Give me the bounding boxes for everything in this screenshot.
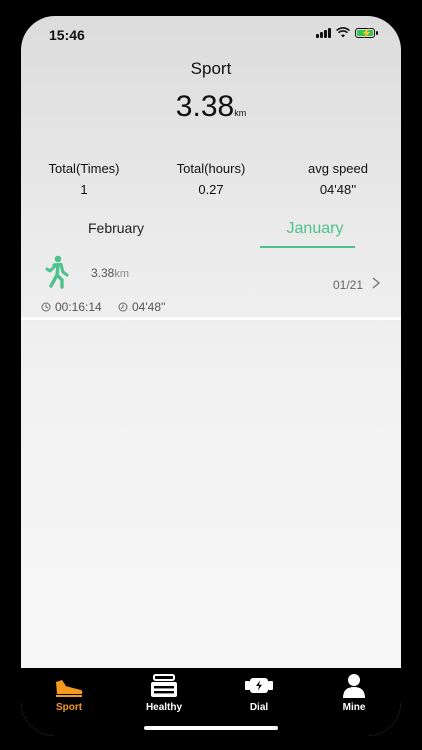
record-distance: 3.38km: [91, 266, 129, 280]
page-title: Sport: [190, 59, 232, 78]
stat-label: Total(hours): [176, 161, 246, 176]
clock-icon: [41, 302, 51, 312]
record-distance-value: 3.38: [91, 266, 115, 280]
phone-frame: 15:46 ⚡ Sport 3.38km Total(Times) 1 Tota…: [0, 0, 422, 750]
tab-healthy[interactable]: Healthy: [129, 672, 199, 713]
stat-value: 04'48'': [319, 182, 357, 197]
tab-sport[interactable]: Sport: [34, 672, 104, 713]
person-icon: [343, 674, 365, 698]
record-duration: 00:16:14: [41, 300, 102, 314]
healthy-icon: [151, 674, 177, 697]
sport-record-row[interactable]: 3.38km 01/21 00:16:14 04'48'': [21, 250, 401, 318]
tab-mine-label: Mine: [342, 702, 366, 713]
battery-icon: ⚡: [355, 27, 378, 38]
chevron-right-icon[interactable]: [369, 276, 383, 290]
signal-icon: [316, 27, 331, 38]
stat-value: 1: [80, 182, 88, 197]
total-distance-unit: km: [234, 108, 247, 118]
total-distance-value: 3.38: [175, 90, 235, 123]
stat-value: 0.27: [198, 182, 224, 197]
stat-label: Total(Times): [48, 161, 120, 176]
total-distance: 3.38km: [21, 90, 401, 124]
wifi-icon: [336, 27, 350, 38]
record-pace: 04'48'': [118, 300, 166, 314]
stat-label: avg speed: [308, 161, 368, 176]
tab-february[interactable]: February: [61, 220, 171, 236]
dial-watch-icon: [245, 678, 273, 693]
record-duration-value: 00:16:14: [55, 300, 102, 314]
home-indicator[interactable]: [144, 726, 278, 730]
tab-sport-label: Sport: [55, 702, 83, 713]
record-date: 01/21: [332, 278, 363, 292]
record-distance-unit: km: [114, 268, 130, 280]
stat-avg-speed: avg speed 04'48'': [278, 161, 398, 197]
sport-shoe-icon: [56, 680, 83, 697]
status-icons: ⚡: [316, 27, 378, 38]
tab-healthy-label: Healthy: [145, 702, 183, 713]
stat-total-times: Total(Times) 1: [24, 161, 144, 197]
tab-dial-label: Dial: [249, 702, 269, 713]
tab-dial[interactable]: Dial: [224, 672, 294, 713]
pace-icon: [118, 302, 128, 312]
app-screen: 15:46 ⚡ Sport 3.38km Total(Times) 1 Tota…: [21, 16, 401, 736]
bottom-tab-bar: Sport Healthy Dial Mine: [21, 668, 401, 736]
row-divider: [21, 317, 401, 320]
walking-person-icon: [45, 255, 69, 289]
active-tab-indicator: [260, 246, 355, 248]
stat-total-hours: Total(hours) 0.27: [151, 161, 271, 197]
status-time: 15:46: [49, 27, 85, 43]
tab-mine[interactable]: Mine: [319, 672, 389, 713]
record-pace-value: 04'48'': [132, 300, 166, 314]
status-bar: 15:46 ⚡: [21, 16, 401, 52]
tab-january[interactable]: January: [260, 220, 370, 238]
